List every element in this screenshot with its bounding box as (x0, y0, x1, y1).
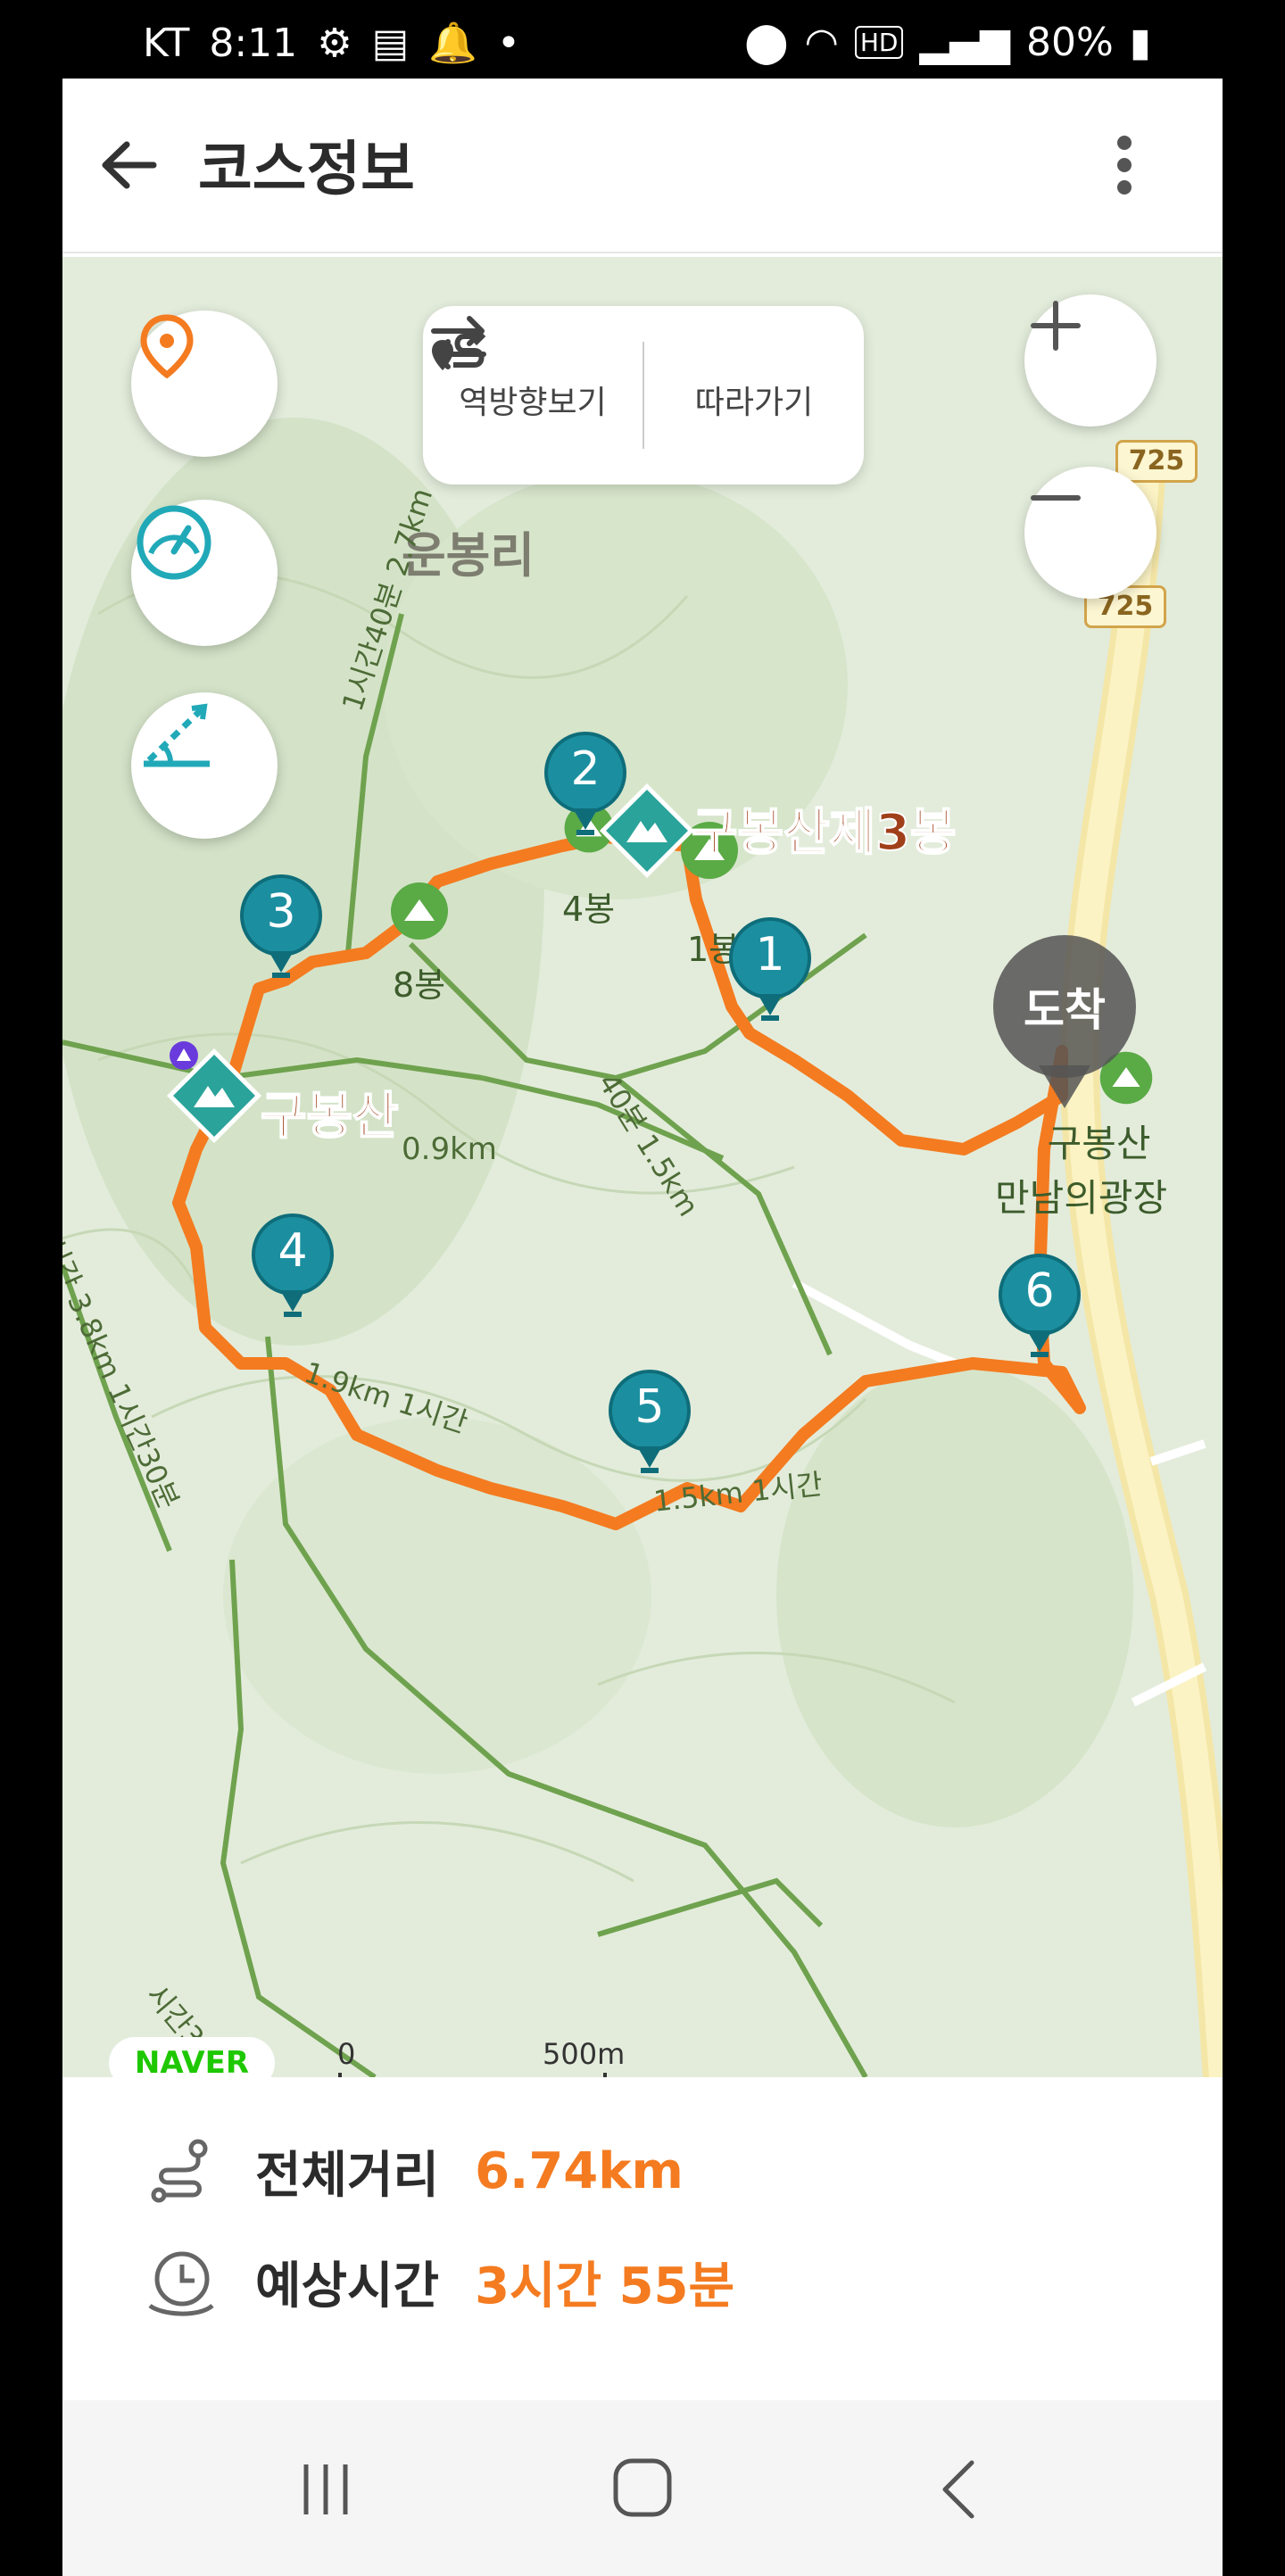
waypoint-number: 1 (755, 928, 785, 982)
status-bar: KT 8:11 ⚙ ▤ 🔔 • ⬤ ◠ HD ▂▄▆ 80% ▮ (0, 0, 1285, 79)
dot-icon: • (496, 20, 520, 66)
peak-marker-8bong (391, 882, 448, 940)
naver-logo: NAVER (109, 2037, 275, 2077)
scale-zero-label: 0 (337, 2037, 356, 2071)
trail-label-3: 0.9km (402, 1131, 497, 1167)
nav-back-button[interactable] (924, 2454, 995, 2525)
road-number-badge-1: 725 (1115, 440, 1198, 483)
gauge-icon (137, 505, 211, 580)
speed-gauge-button[interactable] (131, 500, 278, 646)
route-distance-icon (151, 2139, 208, 2203)
settings-icon: ⚙ (317, 20, 352, 66)
direction-panel: 역방향보기 따라가기 (423, 306, 864, 485)
plus-icon (1031, 301, 1081, 351)
wifi-icon: ◠ (804, 20, 839, 65)
time-value: 3시간 55분 (475, 2257, 735, 2315)
home-icon (613, 2458, 672, 2517)
location-pin-icon (140, 314, 194, 379)
location-icon: ⬤ (744, 20, 789, 65)
waypoint-number: 3 (266, 885, 296, 939)
arrival-label: 도착 (1024, 984, 1106, 1036)
reverse-direction-label: 역방향보기 (459, 385, 607, 421)
slope-button[interactable] (131, 692, 278, 839)
back-arrow-icon (102, 141, 157, 189)
waypoint-number: 4 (278, 1224, 308, 1278)
slope-angle-icon (144, 703, 210, 767)
app-frame: 코스정보 운봉리 구봉산제3봉 구봉산 4봉 8봉 1봉 구봉산 만남의광장 1… (62, 79, 1223, 2576)
route-follow-icon (432, 327, 486, 370)
scale-distance-label: 500m (543, 2037, 626, 2071)
waypoint-number: 6 (1024, 1264, 1055, 1318)
course-info-panel: 전체거리 6.74km 예상시간 3시간 55분 (62, 2077, 1223, 2434)
waypoint-number: 5 (634, 1380, 665, 1434)
home-button[interactable] (607, 2452, 678, 2523)
battery-label: 80% (1025, 20, 1114, 65)
carrier-label: KT (143, 20, 190, 66)
map-scale: 0 500m (337, 2037, 626, 2077)
waypoint-marker-6[interactable]: 6 (997, 1252, 1082, 1366)
waypoint-marker-2[interactable]: 2 (543, 730, 628, 844)
time-row: 예상시간 3시간 55분 (143, 2243, 734, 2320)
more-vertical-icon (1117, 136, 1132, 195)
peak-label-8bong: 8봉 (393, 965, 446, 1005)
follow-route-button[interactable]: 따라가기 (432, 306, 864, 485)
waypoint-marker-4[interactable]: 4 (250, 1212, 336, 1326)
parking-label-line1: 구봉산 (1047, 1122, 1151, 1165)
system-nav-bar (62, 2400, 1223, 2576)
peak-label-4bong: 4봉 (562, 890, 616, 929)
peak-label-gubongsan: 구봉산 (260, 1087, 400, 1147)
peak-label-3bong: 구봉산제3봉 (691, 803, 958, 863)
battery-icon: ▮ (1129, 20, 1151, 65)
parking-label-line2: 만남의광장 (995, 1176, 1168, 1220)
zoom-out-button[interactable] (1024, 467, 1156, 599)
summit-badge-icon (170, 1041, 198, 1070)
map-view[interactable]: 운봉리 구봉산제3봉 구봉산 4봉 8봉 1봉 구봉산 만남의광장 1시간40분… (62, 257, 1223, 2077)
back-button[interactable] (89, 125, 170, 205)
recent-apps-icon (303, 2464, 348, 2514)
arrival-marker[interactable]: 도착 (987, 933, 1142, 1121)
nav-back-icon (942, 2460, 974, 2519)
app-bar: 코스정보 (62, 79, 1223, 253)
waypoint-marker-5[interactable]: 5 (607, 1368, 692, 1482)
my-location-button[interactable] (131, 311, 278, 457)
signal-icon: ▂▄▆ (919, 20, 1010, 65)
bell-icon: 🔔 (428, 21, 477, 66)
scale-bar (338, 2073, 607, 2077)
clock-icon (148, 2251, 214, 2316)
waypoint-marker-1[interactable]: 1 (727, 915, 813, 1030)
distance-value: 6.74km (475, 2141, 684, 2200)
waypoint-number: 2 (570, 742, 601, 796)
page-title: 코스정보 (198, 135, 415, 203)
parking-label: 구봉산 만남의광장 (995, 1114, 1167, 1222)
time-label: 8:11 (209, 20, 298, 66)
distance-row: 전체거리 6.74km (143, 2133, 684, 2209)
recent-apps-button[interactable] (290, 2454, 361, 2525)
time-label: 예상시간 (255, 2257, 440, 2315)
more-menu-button[interactable] (1107, 125, 1142, 205)
minus-icon (1031, 495, 1081, 501)
distance-label: 전체거리 (255, 2146, 440, 2205)
follow-route-label: 따라가기 (694, 385, 814, 421)
hd-icon: HD (854, 26, 904, 59)
waypoint-marker-3[interactable]: 3 (238, 873, 324, 987)
notes-icon: ▤ (371, 20, 410, 66)
zoom-in-button[interactable] (1024, 294, 1156, 427)
